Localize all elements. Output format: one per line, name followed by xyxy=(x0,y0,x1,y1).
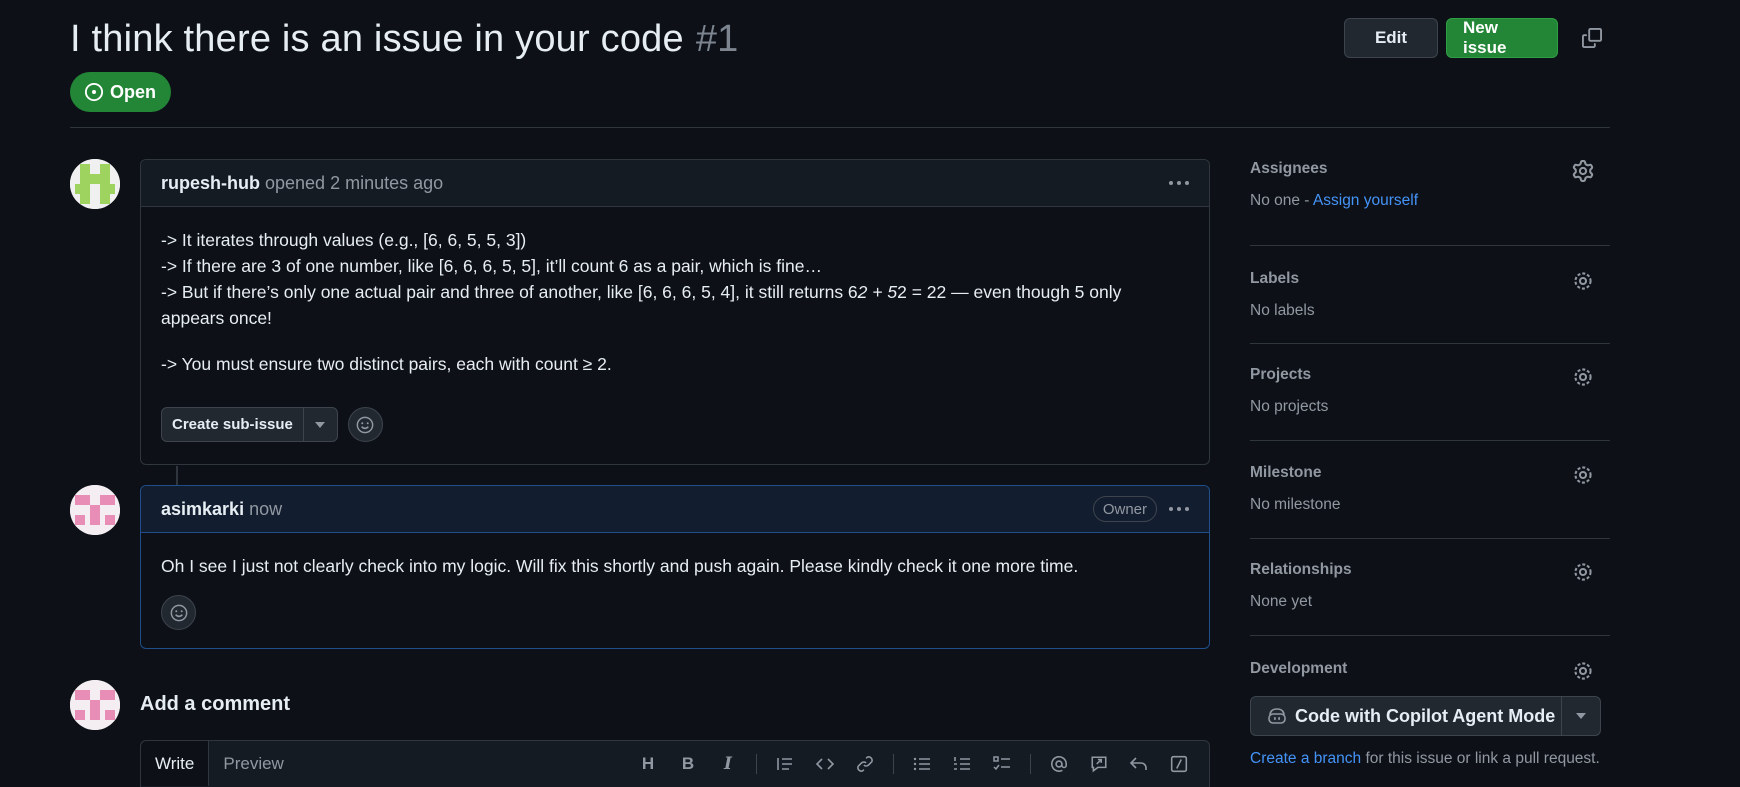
numbered-list-icon[interactable] xyxy=(946,751,978,777)
gear-icon[interactable] xyxy=(1572,464,1594,486)
add-comment-title: Add a comment xyxy=(140,693,291,715)
create-subissue-label[interactable]: Create sub-issue xyxy=(162,408,304,441)
avatar[interactable] xyxy=(70,159,120,209)
sidebar-relationships: Relationships None yet xyxy=(1250,539,1610,636)
task-list-icon[interactable] xyxy=(986,751,1018,777)
assign-yourself-link[interactable]: Assign yourself xyxy=(1313,192,1418,209)
comment-header: rupesh-hub opened 2 minutes ago xyxy=(141,160,1209,207)
triangle-down-icon[interactable] xyxy=(304,408,337,441)
sidebar-value: None yet xyxy=(1250,593,1313,610)
comment-line: -> You must ensure two distinct pairs, e… xyxy=(161,354,612,374)
tab-write[interactable]: Write xyxy=(141,741,210,786)
kebab-menu-icon[interactable] xyxy=(1169,181,1189,185)
sidebar-value: No milestone xyxy=(1250,496,1341,513)
italic-icon[interactable]: I xyxy=(712,751,744,777)
comment-body: -> It iterates through values (e.g., [6,… xyxy=(141,207,1209,442)
owner-badge: Owner xyxy=(1092,496,1157,522)
link-icon[interactable] xyxy=(849,751,881,777)
avatar[interactable] xyxy=(70,485,120,535)
markdown-toolbar: H B I xyxy=(632,751,1195,777)
status-label: Open xyxy=(110,81,157,102)
issue-number: #1 xyxy=(695,17,739,60)
header-divider xyxy=(70,127,1610,128)
sidebar-value: No labels xyxy=(1250,302,1315,319)
copy-link-icon[interactable] xyxy=(1574,20,1610,56)
development-note-text: for this issue or link a pull request. xyxy=(1361,750,1600,767)
sidebar-milestone: Milestone No milestone xyxy=(1250,441,1610,539)
comment-editor: Write Preview H B I xyxy=(140,740,1210,787)
sidebar-value: No one - xyxy=(1250,192,1313,209)
sidebar-title: Development xyxy=(1250,660,1348,677)
copilot-icon xyxy=(1268,708,1286,724)
bold-icon[interactable]: B xyxy=(672,751,704,777)
comment-author[interactable]: asimkarki xyxy=(161,499,244,520)
timeline-connector xyxy=(176,466,178,486)
sidebar-title: Labels xyxy=(1250,270,1300,287)
sidebar-title: Milestone xyxy=(1250,464,1322,481)
sidebar-title: Assignees xyxy=(1250,160,1328,177)
quote-icon[interactable] xyxy=(769,751,801,777)
comment-timestamp[interactable]: now xyxy=(249,499,282,520)
bulleted-list-icon[interactable] xyxy=(906,751,938,777)
comment-author[interactable]: rupesh-hub xyxy=(161,173,260,194)
issue-opened-icon xyxy=(84,82,104,102)
heading-icon[interactable]: H xyxy=(632,751,664,777)
create-subissue-button[interactable]: Create sub-issue xyxy=(161,407,338,442)
gear-icon[interactable] xyxy=(1572,270,1594,292)
comment-text: Oh I see I just not clearly check into m… xyxy=(161,556,1079,576)
sidebar-title: Relationships xyxy=(1250,561,1352,578)
comment-line: -> But if there’s only one actual pair a… xyxy=(161,282,1122,328)
reference-icon[interactable] xyxy=(1083,751,1115,777)
sidebar-value: No projects xyxy=(1250,398,1329,415)
smiley-icon[interactable] xyxy=(161,595,196,630)
copilot-agent-main[interactable]: Code with Copilot Agent Mode xyxy=(1251,697,1562,735)
mention-icon[interactable] xyxy=(1043,751,1075,777)
comment-timestamp[interactable]: opened 2 minutes ago xyxy=(265,173,443,194)
page-title: I think there is an issue in your code #1 xyxy=(70,18,739,61)
comment-line: -> It iterates through values (e.g., [6,… xyxy=(161,230,527,250)
toolbar-divider xyxy=(893,754,894,774)
comment-card: asimkarki now Owner Oh I see I just not … xyxy=(140,485,1210,649)
comment-card: rupesh-hub opened 2 minutes ago -> It it… xyxy=(140,159,1210,465)
sidebar-assignees: Assignees No one - Assign yourself xyxy=(1250,160,1610,246)
sidebar-development: Development Code with Copilot Agent Mode… xyxy=(1250,636,1610,768)
gear-icon[interactable] xyxy=(1572,561,1594,583)
create-branch-link[interactable]: Create a branch xyxy=(1250,750,1361,767)
issue-title-text: I think there is an issue in your code xyxy=(70,17,684,60)
status-badge: Open xyxy=(70,72,172,112)
comment-line: -> If there are 3 of one number, like [6… xyxy=(161,256,822,276)
copilot-agent-label[interactable]: Code with Copilot Agent Mode xyxy=(1295,706,1555,727)
toolbar-divider xyxy=(756,754,757,774)
issue-sidebar: Assignees No one - Assign yourself Label… xyxy=(1250,160,1610,768)
sidebar-projects: Projects No projects xyxy=(1250,344,1610,441)
development-note: Create a branch for this issue or link a… xyxy=(1250,750,1610,768)
edit-button[interactable]: Edit xyxy=(1344,18,1438,58)
toolbar-divider xyxy=(1030,754,1031,774)
triangle-down-icon[interactable] xyxy=(1562,697,1600,735)
sidebar-title: Projects xyxy=(1250,366,1312,383)
sidebar-labels: Labels No labels xyxy=(1250,246,1610,344)
gear-icon[interactable] xyxy=(1572,366,1594,388)
reply-icon[interactable] xyxy=(1123,751,1155,777)
kebab-menu-icon[interactable] xyxy=(1169,507,1189,511)
gear-icon[interactable] xyxy=(1572,660,1594,682)
tab-preview[interactable]: Preview xyxy=(209,741,297,786)
comment-header: asimkarki now Owner xyxy=(141,486,1209,533)
avatar[interactable] xyxy=(70,680,120,730)
slash-commands-icon[interactable] xyxy=(1163,751,1195,777)
smiley-icon[interactable] xyxy=(347,407,383,442)
issue-header: I think there is an issue in your code #1… xyxy=(70,14,1610,112)
comment-body: Oh I see I just not clearly check into m… xyxy=(141,533,1209,630)
code-icon[interactable] xyxy=(809,751,841,777)
new-issue-button[interactable]: New issue xyxy=(1446,18,1558,58)
copilot-agent-button[interactable]: Code with Copilot Agent Mode xyxy=(1250,696,1601,736)
gear-icon[interactable] xyxy=(1572,160,1594,182)
